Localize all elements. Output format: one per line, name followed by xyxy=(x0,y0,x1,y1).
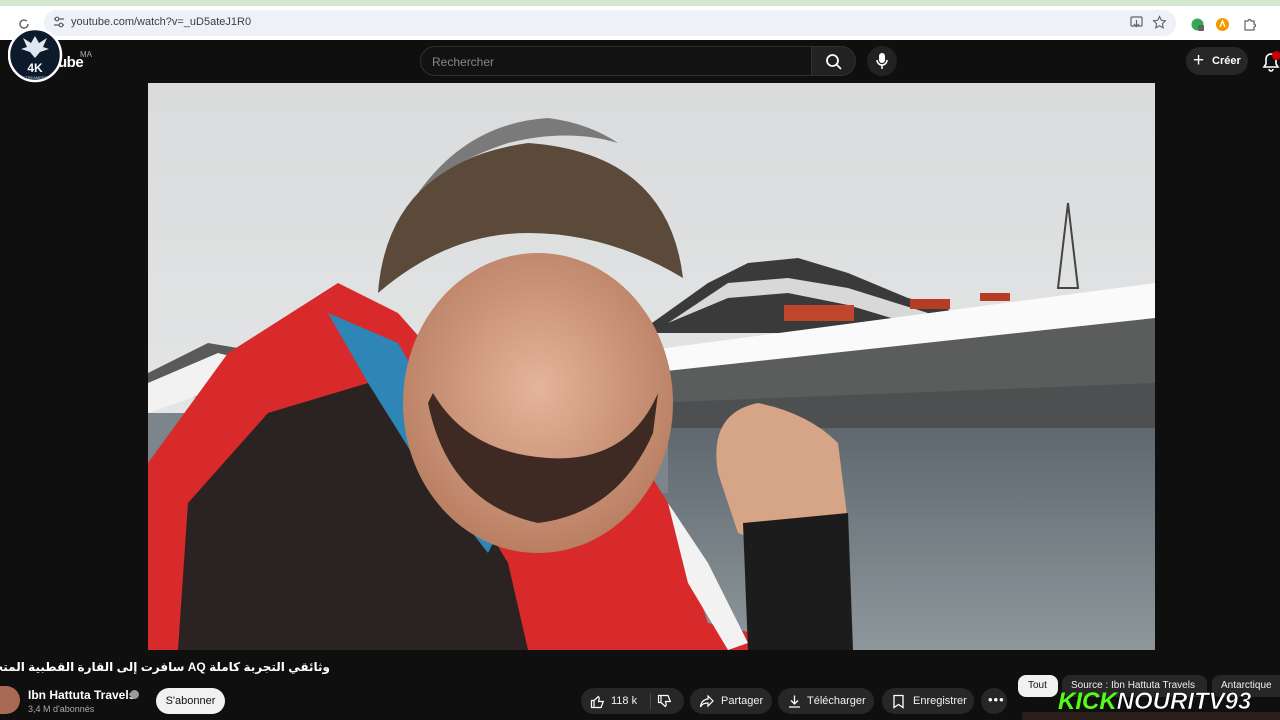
streamer-handle: NOURITV93 xyxy=(1116,688,1252,716)
create-button[interactable]: + Créer xyxy=(1186,47,1248,75)
like-dislike-group: 118 k xyxy=(581,688,684,714)
save-button[interactable]: Enregistrer xyxy=(882,688,974,714)
search-placeholder: Rechercher xyxy=(432,55,495,69)
voice-search-button[interactable] xyxy=(867,46,897,76)
notification-count-badge xyxy=(1272,51,1280,60)
kick-logo-text: KICK xyxy=(1058,688,1117,715)
download-button[interactable]: Télécharger xyxy=(778,688,874,714)
download-label: Télécharger xyxy=(807,695,866,707)
badge-title: 4K xyxy=(27,61,43,75)
youtube-header: ube MA Rechercher + Créer xyxy=(0,40,1280,82)
address-bar[interactable]: youtube.com/watch?v=_uD5ateJ1R0 xyxy=(44,10,1176,36)
plus-icon: + xyxy=(1193,50,1205,71)
install-app-icon[interactable] xyxy=(1129,15,1144,30)
subscriber-count: 3,4 M d'abonnés xyxy=(28,704,95,714)
like-icon[interactable] xyxy=(590,694,605,709)
share-label: Partager xyxy=(721,695,764,707)
more-actions-button[interactable]: ••• xyxy=(981,688,1007,714)
like-divider xyxy=(650,693,651,709)
stream-overlay-handle: KICKNOURITV93 xyxy=(1058,688,1252,716)
browser-toolbar: youtube.com/watch?v=_uD5ateJ1R0 xyxy=(0,6,1280,40)
extension-orange-icon[interactable] xyxy=(1215,17,1230,32)
share-button[interactable]: Partager xyxy=(690,688,772,714)
badge-subtitle: STREAMERS xyxy=(23,75,48,80)
bookmark-icon xyxy=(893,694,904,709)
more-horizontal-icon: ••• xyxy=(988,692,1005,707)
chip-all[interactable]: Tout xyxy=(1018,675,1058,697)
video-frame xyxy=(148,83,1155,650)
channel-name[interactable]: Ibn Hattuta Travels xyxy=(28,688,135,702)
streamer-badge-logo: 4K STREAMERS xyxy=(8,27,63,83)
microphone-icon xyxy=(876,53,888,69)
download-icon xyxy=(789,695,800,708)
like-count[interactable]: 118 k xyxy=(611,695,637,707)
search-button[interactable] xyxy=(811,46,856,76)
save-label: Enregistrer xyxy=(913,695,967,707)
chip-all-label: Tout xyxy=(1028,680,1047,691)
channel-avatar[interactable] xyxy=(0,686,20,714)
bookmark-star-icon[interactable] xyxy=(1152,15,1167,30)
subscribe-button[interactable]: S'abonner xyxy=(156,688,225,714)
verified-badge-icon xyxy=(130,690,139,699)
region-code: MA xyxy=(80,50,92,59)
share-icon xyxy=(699,694,714,708)
search-input[interactable]: Rechercher xyxy=(420,46,812,76)
subscribe-label: S'abonner xyxy=(165,695,216,707)
dislike-icon[interactable] xyxy=(657,694,672,709)
create-label: Créer xyxy=(1212,55,1241,67)
url-text[interactable]: youtube.com/watch?v=_uD5ateJ1R0 xyxy=(71,16,251,28)
search-icon xyxy=(826,54,842,70)
extensions-puzzle-icon[interactable] xyxy=(1242,17,1257,32)
extension-shield-icon[interactable] xyxy=(1190,17,1205,32)
video-player[interactable] xyxy=(148,83,1155,650)
video-title: وثائقي التجربة كاملة AQ سافرت إلى القارة… xyxy=(0,660,330,674)
